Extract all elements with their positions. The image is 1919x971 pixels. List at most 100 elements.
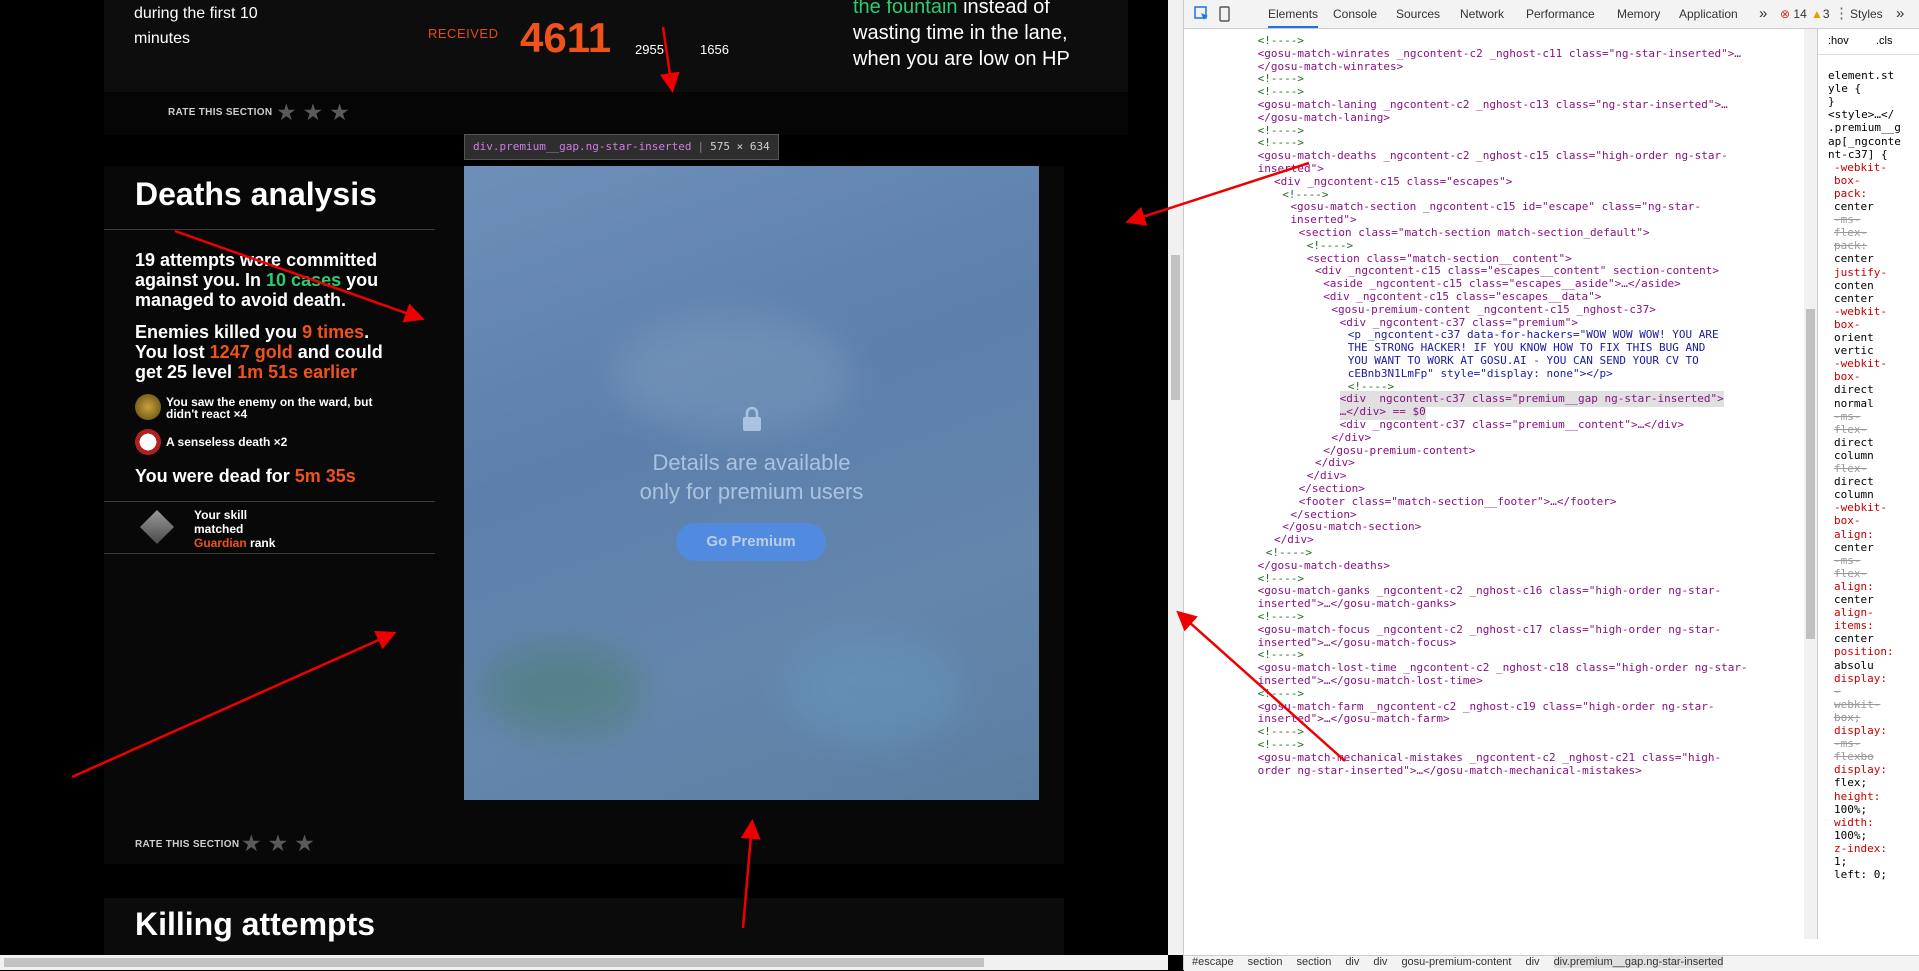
style-rule-line: left: 0; xyxy=(1834,868,1887,882)
star-icon[interactable]: ★ xyxy=(303,101,324,124)
tab-performance[interactable]: Performance xyxy=(1526,0,1595,28)
style-rule-line: direct xyxy=(1834,383,1874,397)
breadcrumb-item[interactable]: div xyxy=(1373,956,1387,968)
scroll-thumb[interactable] xyxy=(4,958,984,967)
skull-icon xyxy=(135,429,161,455)
level-time: 1m 51s earlier xyxy=(237,362,358,382)
tab-console[interactable]: Console xyxy=(1333,0,1377,28)
style-rule-line: -webkit- xyxy=(1834,304,1887,318)
star-icon[interactable]: ★ xyxy=(294,832,315,855)
style-rule-line: box; xyxy=(1834,710,1861,724)
style-rule-line: center xyxy=(1834,540,1874,554)
tooltip-size: 575 × 634 xyxy=(710,140,770,153)
ward-text: You saw the enemy on the ward, but didn'… xyxy=(166,396,372,420)
style-rule-line: -webkit- xyxy=(1834,357,1887,371)
divider xyxy=(104,501,435,502)
breadcrumb-item[interactable]: gosu-premium-content xyxy=(1401,956,1511,968)
style-rule-line: normal xyxy=(1834,396,1874,410)
error-count[interactable]: ⊗ 14 xyxy=(1780,0,1807,28)
tab-application[interactable]: Application xyxy=(1679,0,1738,28)
breadcrumb-item[interactable]: div xyxy=(1345,956,1359,968)
breadcrumb-item[interactable]: div xyxy=(1526,956,1540,968)
value-a: 2955 xyxy=(635,42,664,57)
style-rule-line: flex; xyxy=(1834,776,1868,790)
breadcrumb-item[interactable]: div.premium__gap.ng-star-inserted xyxy=(1553,956,1724,968)
style-rule-line: } xyxy=(1828,95,1835,109)
style-rule-line: display: xyxy=(1834,671,1887,685)
ward-icon xyxy=(135,394,161,420)
killed-line: Enemies killed you xyxy=(135,322,303,342)
ward-line: didn't react ×4 xyxy=(166,407,248,421)
star-icon[interactable]: ★ xyxy=(268,832,289,855)
style-rule-line: flexbo xyxy=(1834,750,1874,764)
styles-tab[interactable]: Styles xyxy=(1850,0,1883,28)
style-rule-line: width: xyxy=(1834,815,1874,829)
devtools-toolbar: Elements Console Sources Network Perform… xyxy=(1184,0,1919,29)
tip-part: wasting time in the lane, xyxy=(853,22,1068,44)
senseless-text: A senseless death ×2 xyxy=(166,435,288,449)
more-tabs-icon[interactable]: » xyxy=(1759,0,1767,28)
breadcrumb-item[interactable]: #escape xyxy=(1192,956,1234,968)
tab-elements[interactable]: Elements xyxy=(1268,0,1319,28)
style-rule-line: nt-c37] { xyxy=(1828,147,1888,161)
blur-blob xyxy=(614,316,854,436)
tab-memory[interactable]: Memory xyxy=(1617,0,1660,28)
divider xyxy=(104,229,435,230)
dom-breadcrumb: #escape section section div div gosu-premium-… xyxy=(1184,955,1919,971)
killed-text: Enemies killed you 9 times. You lost 124… xyxy=(135,322,425,382)
style-rule-line: 100%; xyxy=(1834,828,1868,842)
go-premium-button[interactable]: Go Premium xyxy=(676,523,826,561)
device-toggle-icon[interactable] xyxy=(1218,0,1232,28)
elements-tree[interactable]: <!----> <gosu-match-winrates _ngcontent-c… xyxy=(1184,29,1804,939)
page-horizontal-scrollbar[interactable] xyxy=(0,955,1168,970)
style-rule-line: element.st xyxy=(1828,69,1895,82)
page-vertical-scrollbar[interactable] xyxy=(1168,0,1183,955)
style-rule-line: -ms- xyxy=(1834,553,1861,567)
style-rule-line: items: xyxy=(1834,619,1874,633)
styles-more-icon[interactable]: » xyxy=(1896,0,1904,28)
lost-line: and could xyxy=(292,342,383,362)
tab-network[interactable]: Network xyxy=(1460,0,1504,28)
style-rule-line: position: xyxy=(1834,645,1894,659)
warning-count[interactable]: ▲3 xyxy=(1811,0,1830,28)
style-rule-line: direct xyxy=(1834,475,1874,489)
page-viewport: RATE THIS SECTION ★ ★ ★ during the first… xyxy=(0,0,1168,955)
style-rule-line: flex- xyxy=(1834,462,1868,475)
inspect-icon[interactable] xyxy=(1194,0,1210,28)
star-icon[interactable]: ★ xyxy=(241,832,262,855)
menu-icon[interactable]: ⋮ xyxy=(1834,0,1849,28)
killed-times: 9 times xyxy=(302,322,365,342)
dom-node-line[interactable]: order ng-star-inserted">…</gosu-match-me… xyxy=(1258,763,1642,779)
breadcrumb-item[interactable]: section xyxy=(1296,956,1331,968)
style-rule-line: center xyxy=(1834,200,1874,213)
star-icon[interactable]: ★ xyxy=(329,101,350,124)
killing-title: Killing attempts xyxy=(135,906,376,942)
elements-scrollbar[interactable] xyxy=(1804,29,1817,939)
rate-label: RATE THIS SECTION xyxy=(168,107,273,118)
cls-toggle[interactable]: .cls xyxy=(1876,35,1893,47)
killing-section: Killing attempts xyxy=(104,898,1064,955)
style-rule-line: -ms- xyxy=(1834,409,1861,423)
attempts-text: 19 attempts were committed against you. … xyxy=(135,250,425,310)
style-rule-line: webkit- xyxy=(1834,697,1881,711)
scroll-thumb[interactable] xyxy=(1806,309,1815,639)
tip-highlight: the fountain xyxy=(853,0,958,18)
received-label: RECEIVED xyxy=(428,26,499,41)
dom-node-line[interactable]: <div _ngcontent-c37 class="premium__cont… xyxy=(1340,417,1684,433)
tab-sources[interactable]: Sources xyxy=(1396,0,1440,28)
dom-node-line[interactable]: <gosu-match-deaths _ngcontent-c2 _nghost… xyxy=(1258,148,1728,164)
rating-stars[interactable]: ★ ★ ★ xyxy=(276,101,350,124)
dom-node-text: order ng-star-inserted">…</gosu-match-me… xyxy=(1257,763,1642,777)
style-rule-line: center xyxy=(1834,291,1874,305)
tip-text: the fountain instead of wasting time in … xyxy=(853,0,1093,72)
first10-line: during the first 10 xyxy=(134,5,258,22)
killed-line: . xyxy=(364,322,370,342)
breadcrumb-item[interactable]: section xyxy=(1248,956,1283,968)
hov-toggle[interactable]: :hov xyxy=(1828,35,1849,47)
level-line: get 25 level xyxy=(135,362,238,382)
star-icon[interactable]: ★ xyxy=(276,101,297,124)
rating-stars[interactable]: ★ ★ ★ xyxy=(241,832,315,855)
element-highlight-tooltip: div.premium__gap.ng-star-inserted | 575 × … xyxy=(464,134,779,160)
style-rule-line: center xyxy=(1834,593,1874,606)
scroll-thumb[interactable] xyxy=(1171,255,1180,400)
